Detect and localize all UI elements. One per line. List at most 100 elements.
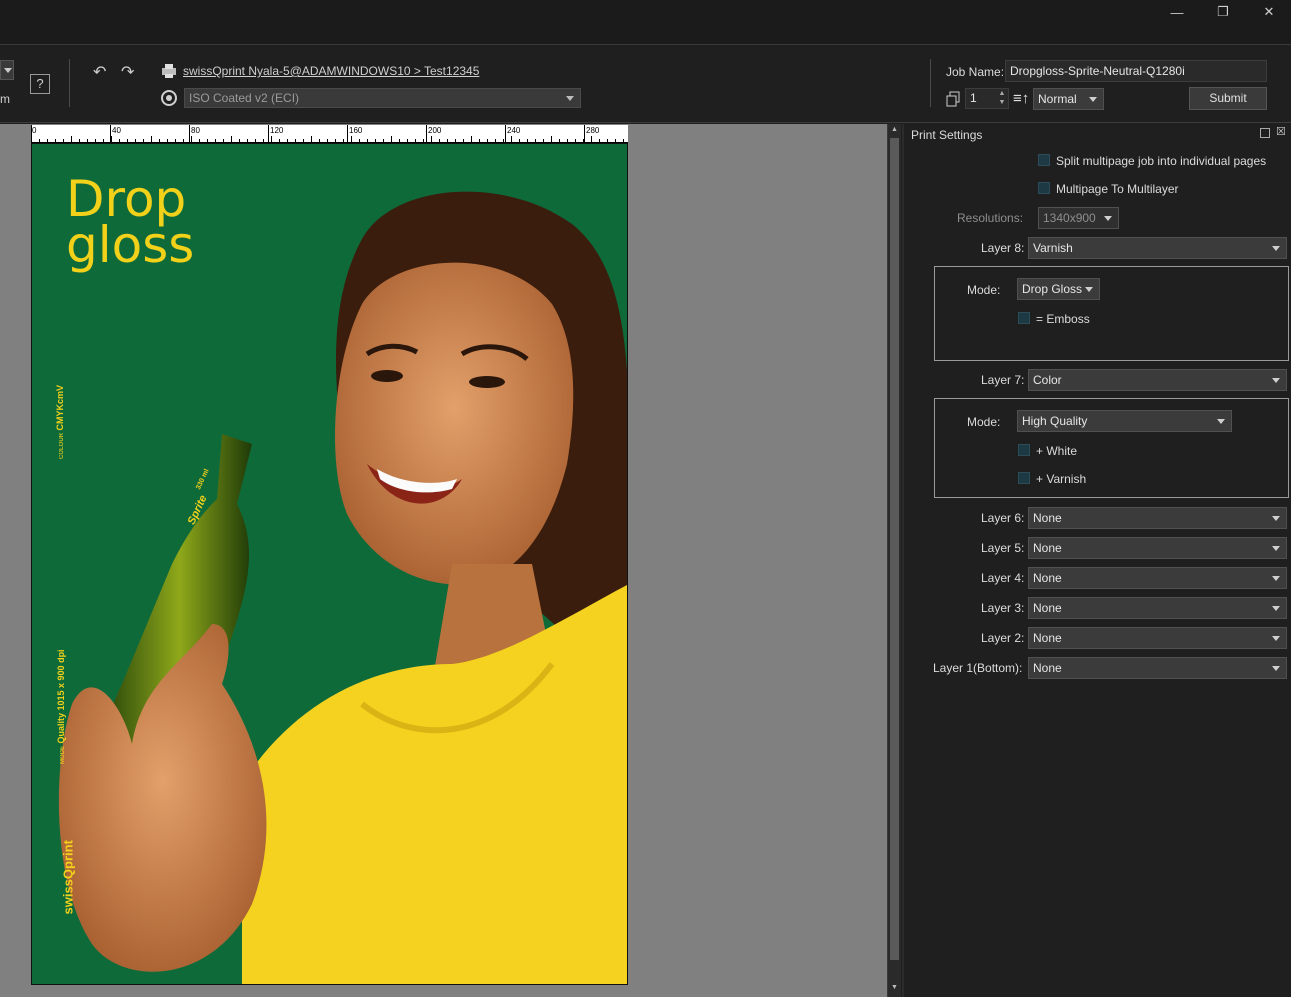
job-name-label: Job Name: xyxy=(946,65,1005,79)
split-multipage-label: Split multipage job into individual page… xyxy=(1056,154,1267,168)
layer-8-mode-select[interactable]: Drop Gloss xyxy=(1017,278,1100,300)
chevron-down-icon xyxy=(1272,636,1280,641)
left-dropdown[interactable] xyxy=(0,60,14,80)
scroll-up-icon[interactable]: ▲ xyxy=(891,126,898,133)
multipage-multilayer-checkbox[interactable] xyxy=(1038,182,1050,194)
layer-3-label: Layer 3: xyxy=(981,601,1025,615)
chevron-down-icon xyxy=(1085,287,1093,292)
ruler-tick-label: 240 xyxy=(507,126,521,135)
priority-icon: ≡↑ xyxy=(1013,90,1030,107)
close-icon[interactable]: ✕ xyxy=(1246,0,1291,24)
chevron-down-icon xyxy=(1272,666,1280,671)
layer-3-select[interactable]: None xyxy=(1028,597,1287,619)
layer-2-select[interactable]: None xyxy=(1028,627,1287,649)
emboss-checkbox[interactable] xyxy=(1018,312,1030,324)
layer-5-label: Layer 5: xyxy=(981,541,1025,555)
layer-8-mode-value: Drop Gloss xyxy=(1022,282,1083,296)
layer-7-mode-label: Mode: xyxy=(967,415,1001,429)
chevron-down-icon xyxy=(566,96,574,101)
print-settings-panel: Print Settings ☒ Split multipage job int… xyxy=(902,124,1291,997)
layer-6-select[interactable]: None xyxy=(1028,507,1287,529)
color-profile-select[interactable]: ISO Coated v2 (ECI) xyxy=(184,88,581,108)
color-profile-icon xyxy=(160,89,178,107)
ruler-tick-label: 280 xyxy=(586,126,600,135)
layer-7-mode-select[interactable]: High Quality xyxy=(1017,410,1232,432)
left-label: m xyxy=(0,92,10,106)
layer-4-label: Layer 4: xyxy=(981,571,1025,585)
layer-8-options-group: Mode: Drop Gloss = Emboss xyxy=(934,266,1289,361)
job-name-field[interactable]: Dropgloss-Sprite-Neutral-Q1280i xyxy=(1005,60,1267,82)
brand-logo: swissQprint xyxy=(60,840,76,915)
side-text-mode-value: Quality 1015 x 900 dpi xyxy=(56,649,66,744)
stepper-down-icon[interactable]: ▼ xyxy=(997,99,1007,107)
scroll-down-icon[interactable]: ▼ xyxy=(891,984,898,991)
stepper-up-icon[interactable]: ▲ xyxy=(997,90,1007,98)
separator xyxy=(69,59,70,107)
layer-2-label: Layer 2: xyxy=(981,631,1025,645)
layer-7-label: Layer 7: xyxy=(981,373,1025,387)
chevron-down-icon xyxy=(1089,97,1097,102)
panel-title: Print Settings xyxy=(911,128,983,142)
side-text-colour-value: CMYKcmV xyxy=(55,384,65,431)
ruler-tick-label: 0 xyxy=(32,126,37,135)
resolutions-value: 1340x900 xyxy=(1043,211,1096,225)
emboss-label: = Emboss xyxy=(1036,312,1090,326)
layer-4-select[interactable]: None xyxy=(1028,567,1287,589)
toolbar: m ? ↶ ↷ swissQprint Nyala-5@ADAMWINDOWS1… xyxy=(0,45,1291,123)
printer-icon xyxy=(160,63,178,79)
scrollbar-thumb[interactable] xyxy=(890,138,899,960)
vertical-scrollbar[interactable]: ▲ ▼ xyxy=(887,124,901,997)
copies-icon xyxy=(945,91,961,107)
multipage-multilayer-label: Multipage To Multilayer xyxy=(1056,182,1179,196)
layer-5-value: None xyxy=(1033,541,1062,555)
help-icon[interactable]: ? xyxy=(30,74,50,94)
headline-line-2: gloss xyxy=(66,216,195,274)
minimize-icon[interactable]: — xyxy=(1154,0,1200,24)
float-panel-icon[interactable] xyxy=(1260,128,1270,138)
ruler-tick-label: 160 xyxy=(349,126,363,135)
side-text-colour: COLOUR CMYKcmV xyxy=(55,339,65,459)
ruler-tick-label: 80 xyxy=(191,126,200,135)
chevron-down-icon xyxy=(1272,378,1280,383)
layer-7-options-group: Mode: High Quality + White + Varnish xyxy=(934,398,1289,498)
layer-7-value: Color xyxy=(1033,373,1062,387)
split-multipage-checkbox[interactable] xyxy=(1038,154,1050,166)
layer-1-select[interactable]: None xyxy=(1028,657,1287,679)
chevron-down-icon xyxy=(1104,216,1112,221)
side-text-mode: MODE Quality 1015 x 900 dpi xyxy=(56,574,66,764)
side-text-mode-label: MODE xyxy=(60,746,66,764)
layer-6-value: None xyxy=(1033,511,1062,525)
redo-icon[interactable]: ↷ xyxy=(121,62,134,82)
side-text-colour-label: COLOUR xyxy=(59,433,65,459)
close-panel-icon[interactable]: ☒ xyxy=(1276,125,1286,138)
printer-path-link[interactable]: swissQprint Nyala-5@ADAMWINDOWS10 > Test… xyxy=(183,64,479,78)
layer-8-label: Layer 8: xyxy=(981,241,1025,255)
layer-7-mode-value: High Quality xyxy=(1022,414,1088,428)
layer-2-value: None xyxy=(1033,631,1062,645)
submit-button[interactable]: Submit xyxy=(1189,87,1267,110)
chevron-down-icon xyxy=(1272,516,1280,521)
layer-8-value: Varnish xyxy=(1033,241,1073,255)
horizontal-ruler: 0 40 80 120 160 200 240 280 xyxy=(31,125,628,143)
layer-5-select[interactable]: None xyxy=(1028,537,1287,559)
layer-8-select[interactable]: Varnish xyxy=(1028,237,1287,259)
ruler-tick-label: 120 xyxy=(270,126,284,135)
white-checkbox[interactable] xyxy=(1018,444,1030,456)
white-label: + White xyxy=(1036,444,1078,458)
priority-select[interactable]: Normal xyxy=(1033,88,1104,110)
chevron-down-icon xyxy=(1217,419,1225,424)
layer-7-select[interactable]: Color xyxy=(1028,369,1287,391)
undo-icon[interactable]: ↶ xyxy=(93,62,106,82)
varnish-checkbox[interactable] xyxy=(1018,472,1030,484)
layer-1-label: Layer 1(Bottom): xyxy=(933,661,1023,675)
restore-icon[interactable]: ❐ xyxy=(1200,0,1246,24)
title-bar: — ❐ ✕ xyxy=(0,0,1291,45)
headline: Drop gloss xyxy=(66,174,195,274)
resolutions-select[interactable]: 1340x900 xyxy=(1038,207,1119,229)
panel-splitter[interactable] xyxy=(902,124,904,997)
artwork-preview: Drop gloss MODE Quality 1015 x 900 dpi C… xyxy=(31,143,628,985)
ruler-tick-label: 200 xyxy=(428,126,442,135)
chevron-down-icon xyxy=(1272,576,1280,581)
copies-stepper[interactable]: 1 ▲ ▼ xyxy=(965,88,1009,109)
layer-4-value: None xyxy=(1033,571,1062,585)
